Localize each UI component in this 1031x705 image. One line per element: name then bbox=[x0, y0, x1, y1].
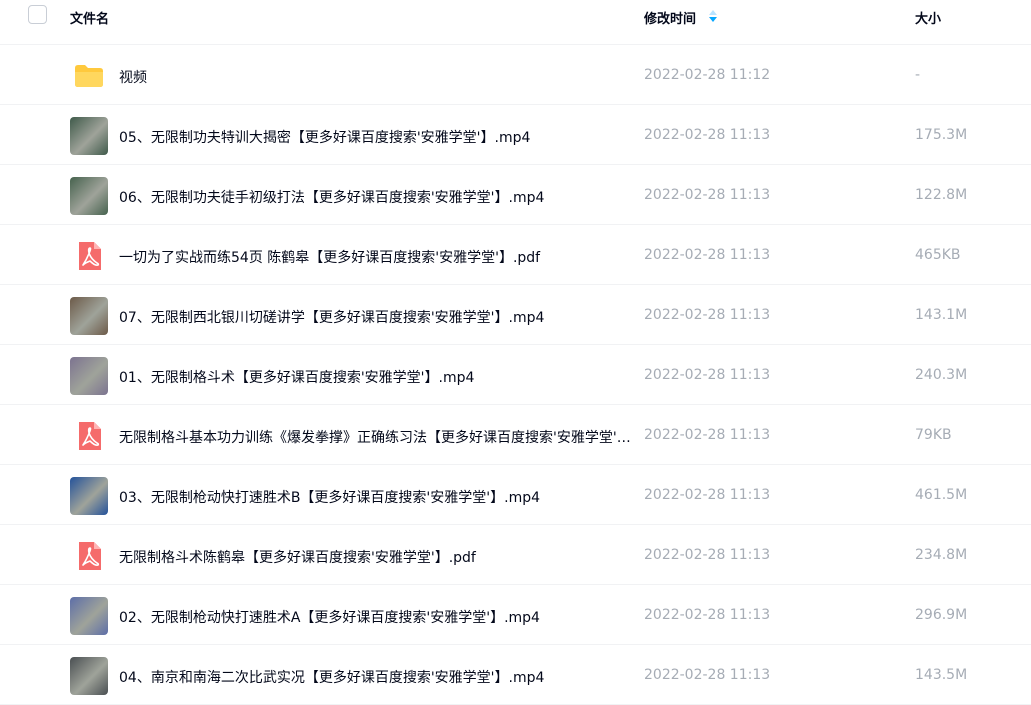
list-header: 文件名 修改时间 大小 bbox=[0, 0, 1031, 45]
folder-icon bbox=[75, 65, 103, 87]
sort-arrows-icon[interactable] bbox=[708, 9, 718, 23]
file-size: 79KB bbox=[915, 427, 952, 443]
file-name[interactable]: 04、南京和南海二次比武实况【更多好课百度搜索'安雅学堂'】.mp4 bbox=[119, 667, 631, 687]
file-row[interactable]: 无限制格斗术陈鹤皋【更多好课百度搜索'安雅学堂'】.pdf 2022-02-28 … bbox=[0, 525, 1031, 585]
file-name[interactable]: 一切为了实战而练54页 陈鹤皋【更多好课百度搜索'安雅学堂'】.pdf bbox=[119, 247, 631, 267]
file-size: 143.1M bbox=[915, 307, 968, 323]
file-name[interactable]: 01、无限制格斗术【更多好课百度搜索'安雅学堂'】.mp4 bbox=[119, 367, 631, 387]
select-all-checkbox[interactable] bbox=[28, 5, 47, 24]
file-row[interactable]: 04、南京和南海二次比武实况【更多好课百度搜索'安雅学堂'】.mp4 2022-0… bbox=[0, 645, 1031, 705]
column-header-size[interactable]: 大小 bbox=[915, 8, 941, 27]
file-name[interactable]: 视频 bbox=[119, 67, 631, 87]
file-row[interactable]: 视频 2022-02-28 11:12 - bbox=[0, 45, 1031, 105]
file-size: 234.8M bbox=[915, 547, 968, 563]
modified-time: 2022-02-28 11:13 bbox=[644, 247, 771, 263]
file-size: 122.8M bbox=[915, 187, 968, 203]
modified-time: 2022-02-28 11:13 bbox=[644, 367, 771, 383]
file-name[interactable]: 07、无限制西北银川切磋讲学【更多好课百度搜索'安雅学堂'】.mp4 bbox=[119, 307, 631, 327]
pdf-icon bbox=[79, 422, 101, 450]
file-size: 465KB bbox=[915, 247, 961, 263]
pdf-icon bbox=[79, 242, 101, 270]
video-thumbnail bbox=[70, 117, 108, 155]
modified-time: 2022-02-28 11:13 bbox=[644, 607, 771, 623]
video-thumbnail bbox=[70, 597, 108, 635]
modified-time: 2022-02-28 11:13 bbox=[644, 187, 771, 203]
file-size: - bbox=[915, 67, 921, 83]
modified-time: 2022-02-28 11:13 bbox=[644, 667, 771, 683]
file-name[interactable]: 03、无限制枪动快打速胜术B【更多好课百度搜索'安雅学堂'】.mp4 bbox=[119, 487, 631, 507]
file-name[interactable]: 02、无限制枪动快打速胜术A【更多好课百度搜索'安雅学堂'】.mp4 bbox=[119, 607, 631, 627]
modified-time: 2022-02-28 11:13 bbox=[644, 127, 771, 143]
file-row[interactable]: 一切为了实战而练54页 陈鹤皋【更多好课百度搜索'安雅学堂'】.pdf 2022-… bbox=[0, 225, 1031, 285]
file-row[interactable]: 07、无限制西北银川切磋讲学【更多好课百度搜索'安雅学堂'】.mp4 2022-0… bbox=[0, 285, 1031, 345]
file-size: 461.5M bbox=[915, 487, 968, 503]
file-row[interactable]: 03、无限制枪动快打速胜术B【更多好课百度搜索'安雅学堂'】.mp4 2022-0… bbox=[0, 465, 1031, 525]
file-size: 240.3M bbox=[915, 367, 968, 383]
modified-time: 2022-02-28 11:13 bbox=[644, 427, 771, 443]
modified-time: 2022-02-28 11:13 bbox=[644, 547, 771, 563]
file-list: 文件名 修改时间 大小 视频 2022-02-28 11:12 - 05、无限制功夫特… bbox=[0, 0, 1031, 705]
column-header-time[interactable]: 修改时间 bbox=[644, 8, 696, 27]
video-thumbnail bbox=[70, 477, 108, 515]
file-name[interactable]: 05、无限制功夫特训大揭密【更多好课百度搜索'安雅学堂'】.mp4 bbox=[119, 127, 631, 147]
file-row[interactable]: 01、无限制格斗术【更多好课百度搜索'安雅学堂'】.mp4 2022-02-28 … bbox=[0, 345, 1031, 405]
video-thumbnail bbox=[70, 357, 108, 395]
file-row[interactable]: 05、无限制功夫特训大揭密【更多好课百度搜索'安雅学堂'】.mp4 2022-02… bbox=[0, 105, 1031, 165]
file-name[interactable]: 06、无限制功夫徒手初级打法【更多好课百度搜索'安雅学堂'】.mp4 bbox=[119, 187, 631, 207]
pdf-icon bbox=[79, 542, 101, 570]
modified-time: 2022-02-28 11:13 bbox=[644, 487, 771, 503]
video-thumbnail bbox=[70, 177, 108, 215]
video-thumbnail bbox=[70, 657, 108, 695]
file-row[interactable]: 02、无限制枪动快打速胜术A【更多好课百度搜索'安雅学堂'】.mp4 2022-0… bbox=[0, 585, 1031, 645]
modified-time: 2022-02-28 11:13 bbox=[644, 307, 771, 323]
file-size: 175.3M bbox=[915, 127, 968, 143]
file-row[interactable]: 06、无限制功夫徒手初级打法【更多好课百度搜索'安雅学堂'】.mp4 2022-0… bbox=[0, 165, 1031, 225]
column-header-name[interactable]: 文件名 bbox=[70, 8, 109, 27]
file-size: 296.9M bbox=[915, 607, 968, 623]
file-row[interactable]: 无限制格斗基本功力训练《爆发拳撑》正确练习法【更多好课百度搜索'安雅学堂'】.p… bbox=[0, 405, 1031, 465]
video-thumbnail bbox=[70, 297, 108, 335]
file-size: 143.5M bbox=[915, 667, 968, 683]
file-name[interactable]: 无限制格斗基本功力训练《爆发拳撑》正确练习法【更多好课百度搜索'安雅学堂'】.p… bbox=[119, 427, 631, 447]
modified-time: 2022-02-28 11:12 bbox=[644, 67, 771, 83]
file-name[interactable]: 无限制格斗术陈鹤皋【更多好课百度搜索'安雅学堂'】.pdf bbox=[119, 547, 631, 567]
